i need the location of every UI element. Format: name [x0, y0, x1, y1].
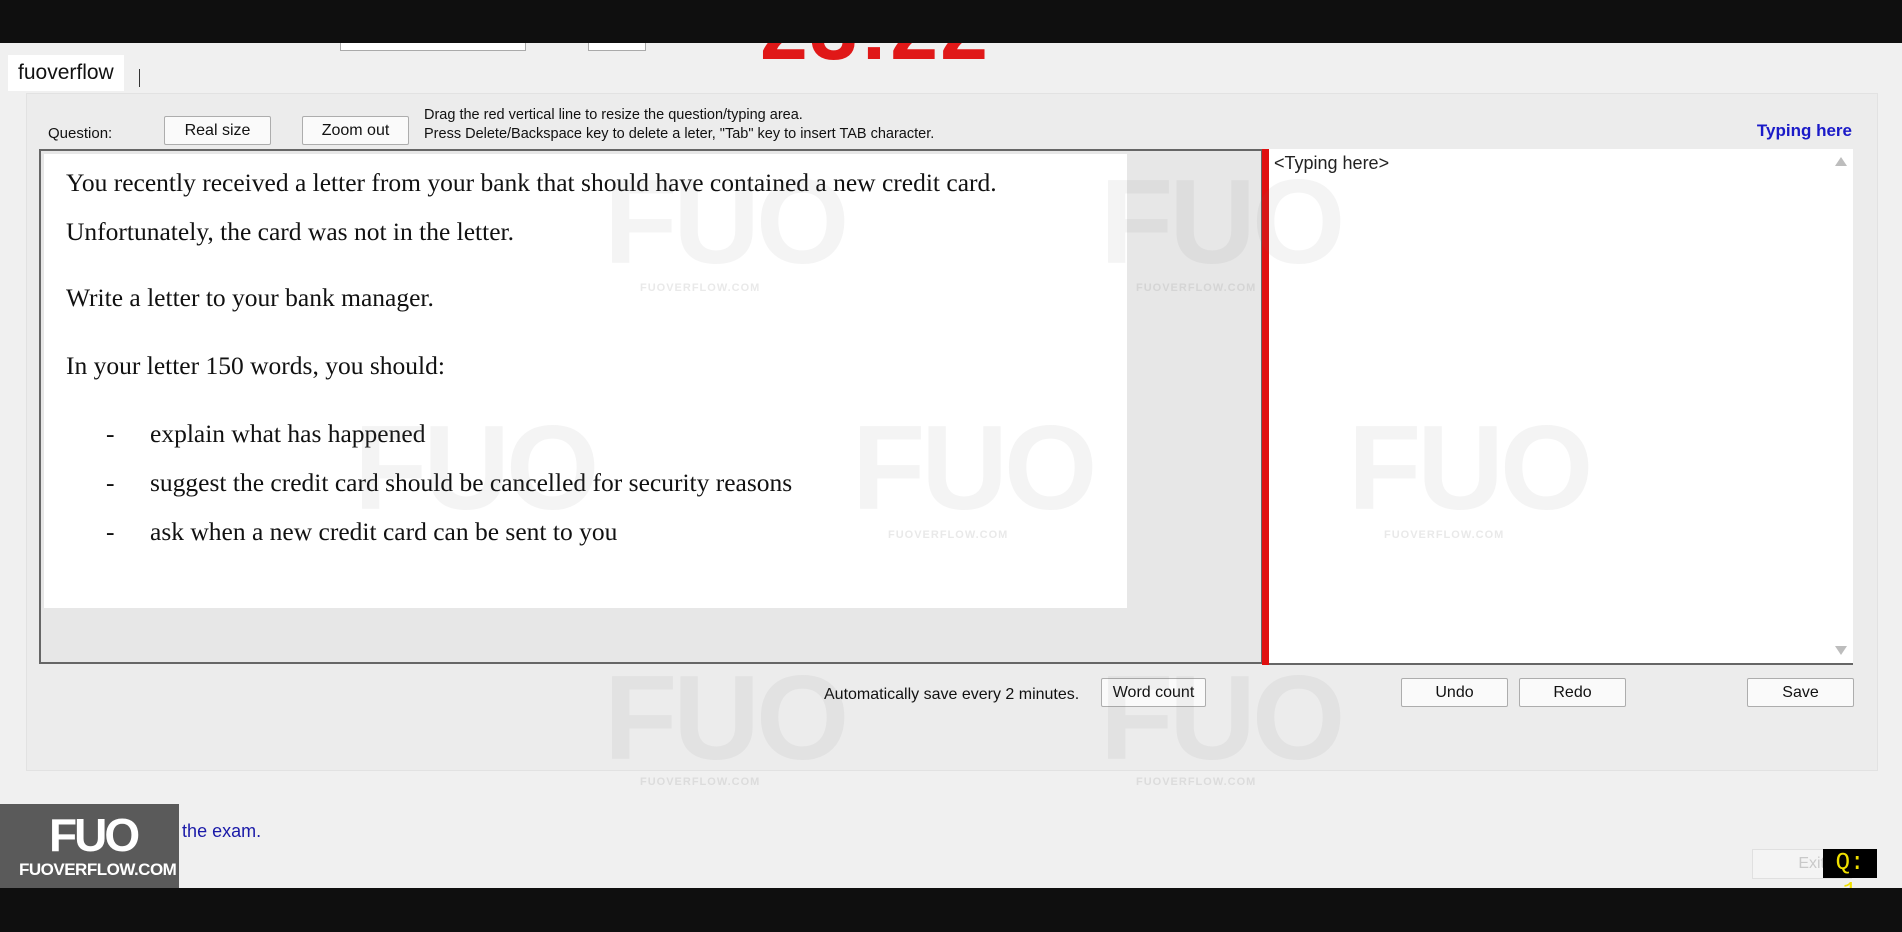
question-line-3: Write a letter to your bank manager. — [66, 283, 434, 312]
fuoverflow-logo: FUO FUOVERFLOW.COM — [0, 804, 179, 888]
question-content: You recently received a letter from your… — [44, 154, 1127, 608]
bottom-black-bar — [0, 888, 1902, 932]
hint-keys: Press Delete/Backspace key to delete a l… — [424, 126, 935, 142]
top-dropdown-stub[interactable] — [340, 43, 526, 51]
real-size-button[interactable]: Real size — [164, 116, 271, 145]
typing-area[interactable]: <Typing here> — [1269, 149, 1853, 665]
redo-button[interactable]: Redo — [1519, 678, 1626, 707]
zoom-out-button[interactable]: Zoom out — [302, 116, 409, 145]
question-label: Question: — [48, 125, 113, 142]
autosave-notice: Automatically save every 2 minutes. — [824, 686, 1080, 703]
save-button[interactable]: Save — [1747, 678, 1854, 707]
undo-button[interactable]: Undo — [1401, 678, 1508, 707]
bullet-item: suggest the credit card should be cancel… — [150, 468, 793, 497]
bullet-dash: - — [106, 419, 115, 448]
question-line-4: In your letter 150 words, you should: — [66, 351, 445, 380]
question-line-1: You recently received a letter from your… — [66, 168, 997, 197]
scroll-down-icon[interactable] — [1835, 646, 1847, 655]
resize-divider[interactable] — [1262, 149, 1269, 665]
text-caret — [139, 69, 140, 87]
question-line-2: Unfortunately, the card was not in the l… — [66, 217, 514, 246]
bullet-dash: - — [106, 517, 115, 546]
fuoverflow-tag: fuoverflow — [8, 55, 124, 91]
question-number-badge: Q: 1 — [1823, 849, 1877, 888]
watermark-text: FUOVERFLOW.COM — [640, 776, 761, 788]
bullet-dash: - — [106, 468, 115, 497]
watermark-text: FUOVERFLOW.COM — [1136, 776, 1257, 788]
exam-window: 23:22 fuoverflow Question: Real size Zoo… — [0, 43, 1902, 888]
hint-resize: Drag the red vertical line to resize the… — [424, 107, 803, 123]
scroll-up-icon[interactable] — [1835, 157, 1847, 166]
top-field-stub[interactable] — [588, 43, 646, 51]
logo-mark: FUO — [49, 809, 140, 861]
bullet-item: ask when a new credit card can be sent t… — [150, 517, 618, 546]
top-black-bar — [0, 0, 1902, 43]
countdown-timer: 23:22 — [760, 43, 990, 80]
word-count-button[interactable]: Word count — [1101, 678, 1206, 707]
vertical-scrollbar[interactable] — [1831, 149, 1853, 663]
typing-placeholder: <Typing here> — [1274, 153, 1390, 173]
logo-text: FUOVERFLOW.COM — [19, 860, 177, 879]
bullet-item: explain what has happened — [150, 419, 426, 448]
typing-here-label: Typing here — [1756, 121, 1852, 140]
